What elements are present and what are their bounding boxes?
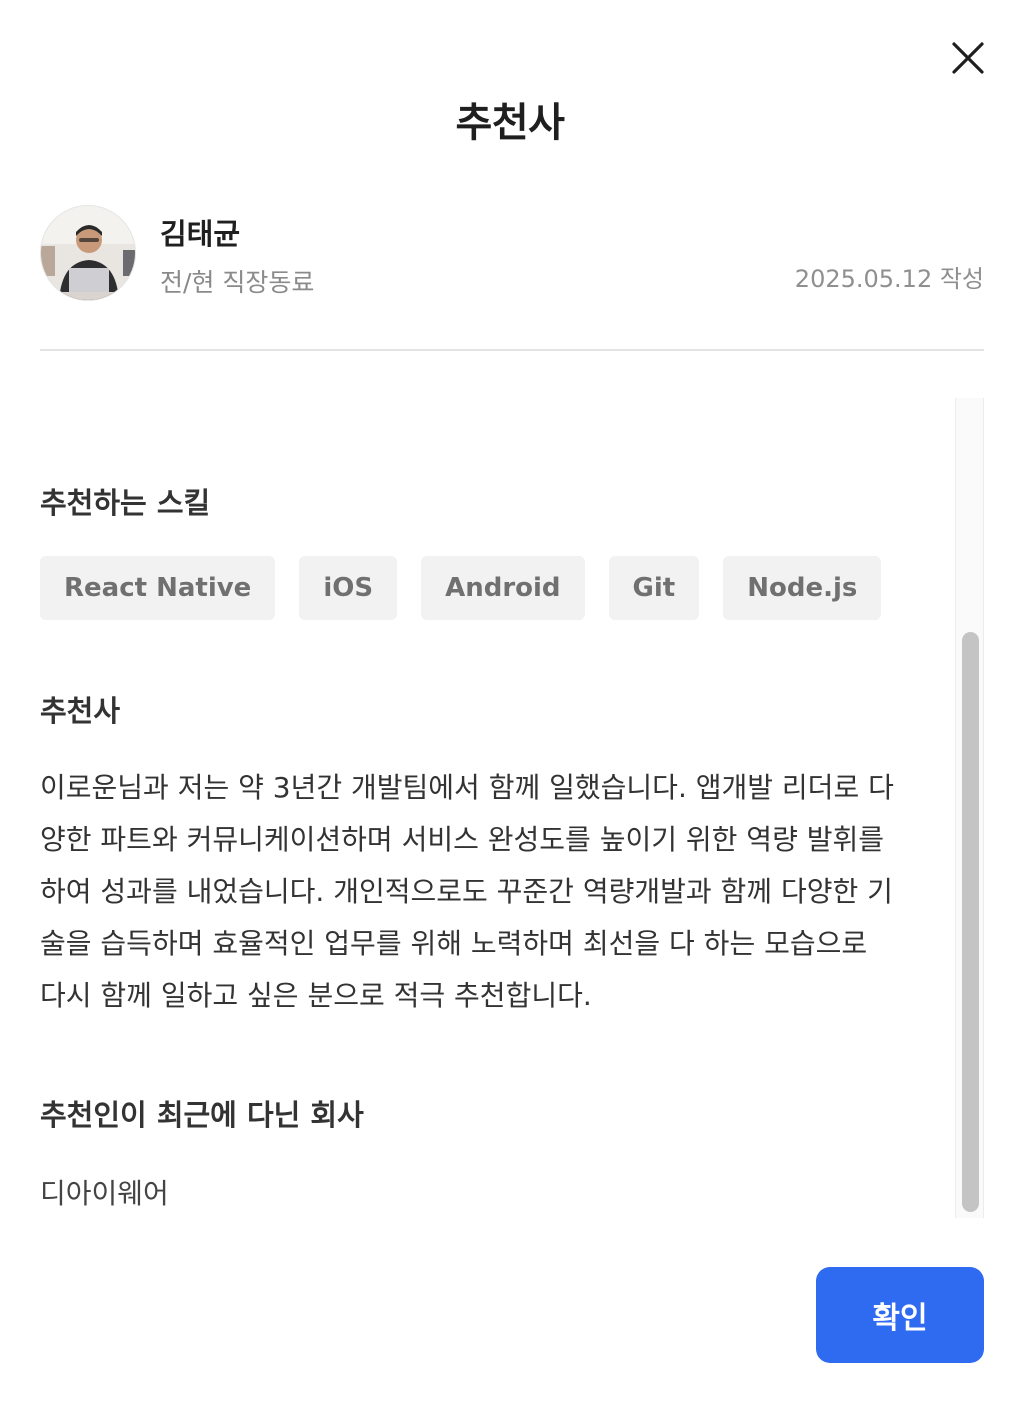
- skill-chips: React Native iOS Android Git Node.js: [40, 556, 882, 620]
- recommendation-section-title: 추천사: [40, 694, 121, 728]
- avatar: [40, 205, 136, 301]
- scrollbar-thumb[interactable]: [962, 632, 979, 1212]
- recommendation-line: 하여 성과를 내었습니다. 개인적으로도 꾸준간 역량개발과 함께 다양한 기: [40, 875, 893, 908]
- recommendation-line: 술을 습득하며 효율적인 업무를 위해 노력하며 최선을 다 하는 모습으로: [40, 927, 868, 960]
- recommendation-line: 다시 함께 일하고 싶은 분으로 적극 추천합니다.: [40, 979, 592, 1012]
- skill-chip: React Native: [40, 556, 276, 620]
- recommender-name: 김태균: [160, 217, 241, 251]
- skill-chip: Android: [421, 556, 585, 620]
- recommendation-modal: 추천사 김태균 전/현 직장동료 2025.05.12 작성 추천하는 스킬 R…: [0, 0, 1020, 1406]
- recommendation-text: 이로운님과 저는 약 3년간 개발팀에서 함께 일했습니다. 앱개발 리더로 다…: [40, 762, 955, 1022]
- recommender-relation: 전/현 직장동료: [160, 268, 315, 297]
- written-date: 2025.05.12 작성: [794, 265, 984, 293]
- skill-chip: Git: [608, 556, 700, 620]
- recommendation-line: 양한 파트와 커뮤니케이션하며 서비스 완성도를 높이기 위한 역량 발휘를: [40, 823, 885, 856]
- skill-chip: Node.js: [723, 556, 882, 620]
- confirm-button[interactable]: 확인: [816, 1267, 984, 1363]
- company-section-title: 추천인이 최근에 다닌 회사: [40, 1098, 364, 1132]
- clipped-text-fragment: [40, 398, 960, 400]
- close-icon: [952, 42, 984, 74]
- recommender-profile: 김태균 전/현 직장동료 2025.05.12 작성: [40, 205, 984, 301]
- scrollbar[interactable]: [955, 398, 984, 1218]
- company-name: 디아이웨어: [40, 1177, 169, 1210]
- recommendation-line: 이로운님과 저는 약 3년간 개발팀에서 함께 일했습니다. 앱개발 리더로 다: [40, 771, 894, 804]
- modal-title: 추천사: [455, 100, 565, 146]
- skills-section-title: 추천하는 스킬: [40, 486, 211, 520]
- divider: [40, 349, 984, 351]
- skill-chip: iOS: [299, 556, 398, 620]
- scroll-content[interactable]: 추천하는 스킬 React Native iOS Android Git Nod…: [40, 398, 960, 1218]
- close-button[interactable]: [944, 34, 992, 82]
